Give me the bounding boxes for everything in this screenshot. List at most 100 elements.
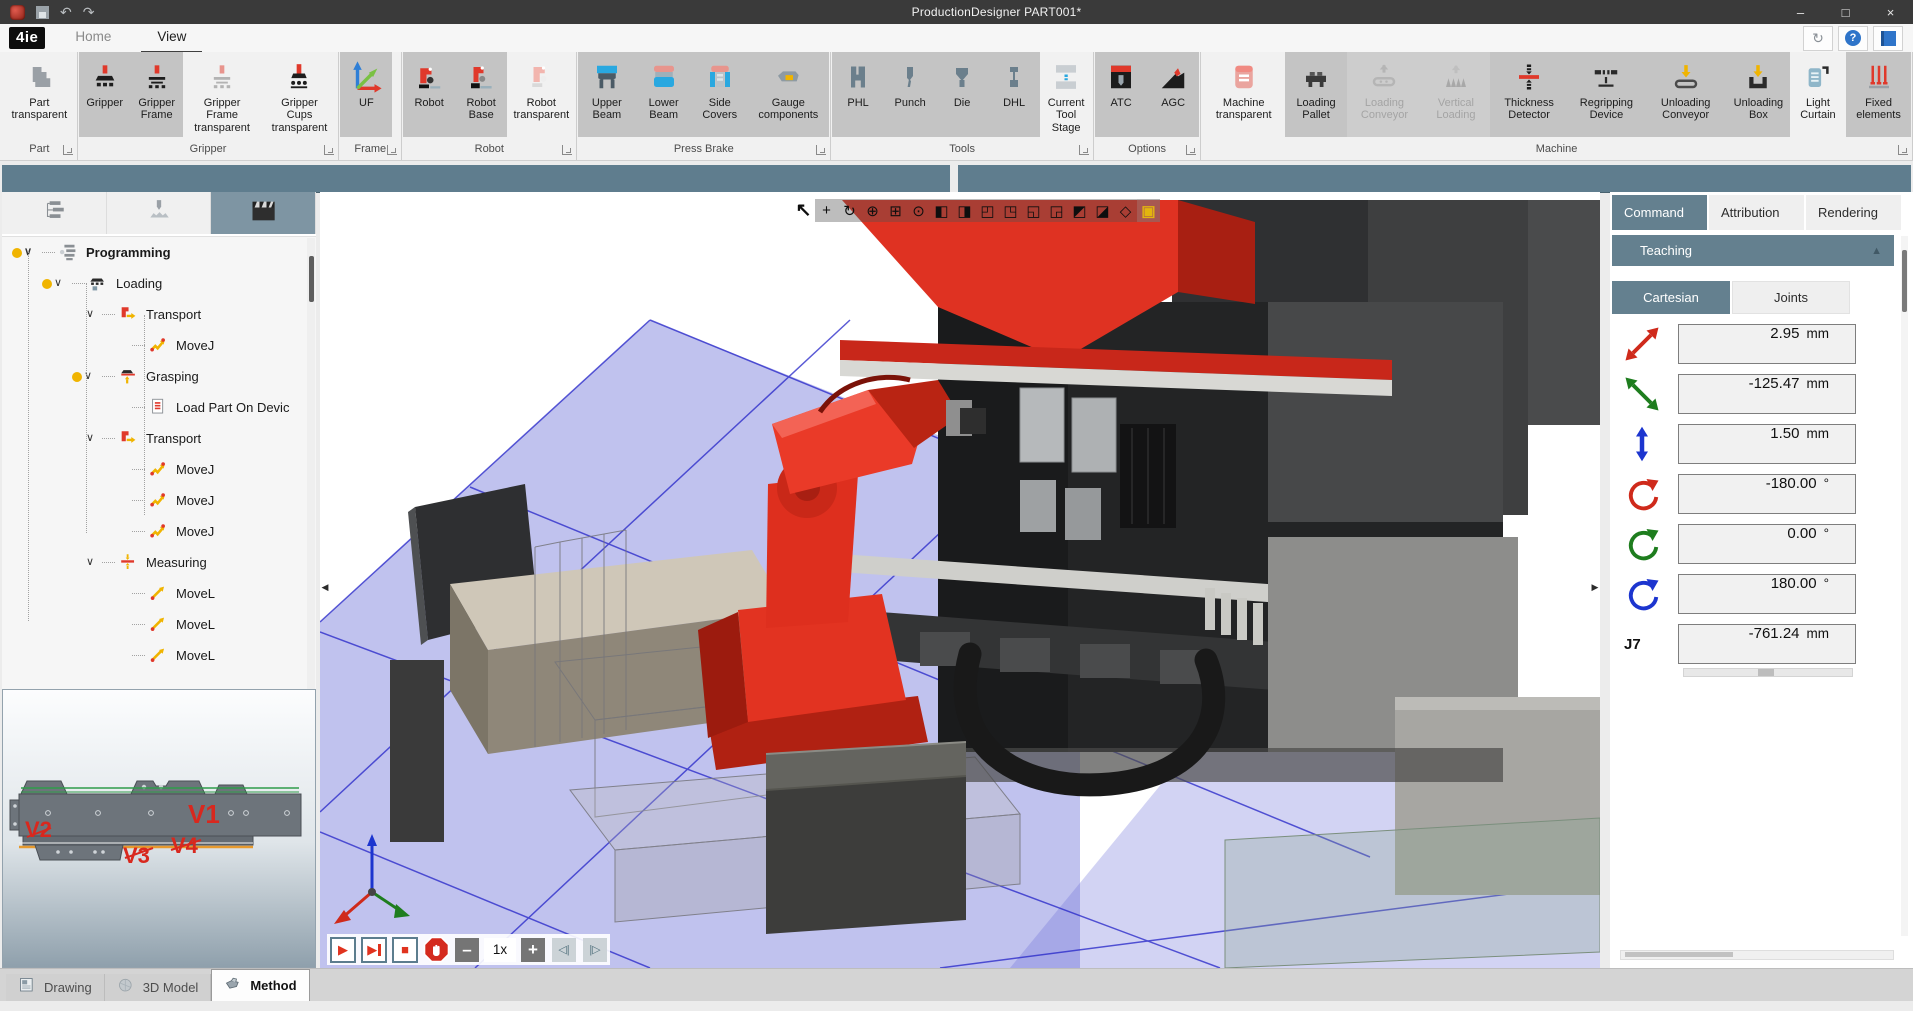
ribbon-button-upper-beam[interactable]: Upper Beam	[578, 52, 635, 137]
view-right-icon[interactable]: ◨	[953, 199, 976, 222]
ribbon-button-agc[interactable]: AGC	[1147, 52, 1199, 137]
tree-item-loading[interactable]: ∨Loading	[2, 268, 316, 299]
view-front-icon[interactable]: ◰	[976, 199, 999, 222]
tree-item-load-part-on-devic[interactable]: Load Part On Devic	[2, 392, 316, 423]
play-button[interactable]: ▶	[330, 937, 356, 963]
view-iso2-icon[interactable]: ◪	[1091, 199, 1114, 222]
manual-icon[interactable]	[1873, 26, 1903, 51]
tree-expander[interactable]: ∨	[72, 433, 102, 444]
minimize-button[interactable]: –	[1778, 0, 1823, 24]
view-iso1-icon[interactable]: ◩	[1068, 199, 1091, 222]
j7-slider[interactable]	[1683, 668, 1853, 677]
3d-viewport[interactable]: ↖+↻⊕⊞⊙◧◨◰◳◱◲◩◪◇▣ ◀ ▶ ▶▶■–1x+◁||▷	[320, 192, 1600, 968]
dialog-launcher-icon[interactable]	[324, 145, 334, 155]
coordinate-value-field[interactable]: 2.95mm	[1678, 324, 1856, 364]
mode-tab-joints[interactable]: Joints	[1732, 281, 1850, 314]
view-back-icon[interactable]: ◳	[999, 199, 1022, 222]
ribbon-button-robot-base[interactable]: Robot Base	[455, 52, 507, 137]
tree-item-transport[interactable]: ∨Transport	[2, 299, 316, 330]
left-panel-tab-structure[interactable]	[2, 192, 107, 234]
view-left-icon[interactable]: ◧	[930, 199, 953, 222]
tree-item-movej[interactable]: MoveJ	[2, 485, 316, 516]
ribbon-button-side-covers[interactable]: Side Covers	[692, 52, 747, 137]
coordinate-value-field[interactable]: 0.00°	[1678, 524, 1856, 564]
document-tab-drawing[interactable]: Drawing	[6, 974, 105, 1001]
stop-button[interactable]: ■	[392, 937, 418, 963]
coordinate-value-field[interactable]: -180.00°	[1678, 474, 1856, 514]
tree-item-movel[interactable]: MoveL	[2, 578, 316, 609]
right-tab-attribution[interactable]: Attribution	[1709, 195, 1804, 230]
ribbon-button-gripper-frame[interactable]: Gripper Frame	[131, 52, 183, 137]
ribbon-button-machine-transparent[interactable]: Machine transparent	[1202, 52, 1285, 137]
speed-up-button[interactable]: +	[521, 938, 545, 962]
ribbon-button-unloading-box[interactable]: Unloading Box	[1727, 52, 1790, 137]
tree-item-grasping[interactable]: ∨Grasping	[2, 361, 316, 392]
app-logo[interactable]: 4ie	[9, 27, 45, 49]
ribbon-button-light-curtain[interactable]: Light Curtain	[1790, 52, 1846, 137]
speed-display[interactable]: 1x	[484, 938, 516, 962]
collapse-left-panel-handle[interactable]: ◀	[320, 574, 330, 600]
coordinate-value-field[interactable]: 180.00°	[1678, 574, 1856, 614]
tree-item-movel[interactable]: MoveL	[2, 640, 316, 671]
close-button[interactable]: ×	[1868, 0, 1913, 24]
left-viewport-header[interactable]	[2, 165, 950, 193]
refresh-icon[interactable]: ↻	[1803, 26, 1833, 51]
speed-down-button[interactable]: –	[455, 938, 479, 962]
coordinate-value-field[interactable]: 1.50mm	[1678, 424, 1856, 464]
zoom-in-icon[interactable]: ⊕	[861, 199, 884, 222]
zoom-window-icon[interactable]: ⊞	[884, 199, 907, 222]
ribbon-button-robot-transparent[interactable]: Robot transparent	[507, 52, 575, 137]
orbit-icon[interactable]: ↻	[838, 199, 861, 222]
ribbon-button-fixed-elements[interactable]: Fixed elements	[1846, 52, 1911, 137]
ribbon-button-lower-beam[interactable]: Lower Beam	[635, 52, 692, 137]
dialog-launcher-icon[interactable]	[1898, 145, 1908, 155]
dialog-launcher-icon[interactable]	[1079, 145, 1089, 155]
pan-icon[interactable]: +	[815, 199, 838, 222]
tree-expander[interactable]: ∨	[12, 247, 42, 258]
tree-expander[interactable]: ∨	[72, 371, 102, 382]
ribbon-button-punch[interactable]: Punch	[884, 52, 936, 137]
ribbon-button-part-transparent[interactable]: Part transparent	[3, 52, 76, 137]
tree-item-transport[interactable]: ∨Transport	[2, 423, 316, 454]
tree-expander[interactable]: ∨	[42, 278, 72, 289]
tree-item-measuring[interactable]: ∨Measuring	[2, 547, 316, 578]
save-icon[interactable]	[36, 6, 49, 19]
ribbon-tab-home[interactable]: Home	[59, 23, 127, 51]
maximize-button[interactable]: □	[1823, 0, 1868, 24]
collapse-section-icon[interactable]: ▲	[1871, 245, 1882, 257]
view-top-icon[interactable]: ◱	[1022, 199, 1045, 222]
undo-icon[interactable]: ↶	[60, 5, 72, 19]
dialog-launcher-icon[interactable]	[63, 145, 73, 155]
ribbon-button-atc[interactable]: ATC	[1095, 52, 1147, 137]
tree-scrollbar[interactable]	[307, 238, 315, 712]
ribbon-button-dhl[interactable]: DHL	[988, 52, 1040, 137]
emergency-stop-button[interactable]	[423, 936, 450, 963]
ribbon-button-loading-conveyor[interactable]: Loading Conveyor	[1347, 52, 1422, 137]
dialog-launcher-icon[interactable]	[387, 145, 397, 155]
mode-tab-cartesian[interactable]: Cartesian	[1612, 281, 1730, 314]
teaching-section-header[interactable]: Teaching ▲	[1612, 235, 1894, 266]
right-viewport-header[interactable]	[958, 165, 1911, 193]
tree-item-movel[interactable]: MoveL	[2, 609, 316, 640]
bounding-box-icon[interactable]: ▣	[1137, 199, 1160, 222]
tree-item-movej[interactable]: MoveJ	[2, 516, 316, 547]
ribbon-button-die[interactable]: Die	[936, 52, 988, 137]
ribbon-button-gripper-frame-transparent[interactable]: Gripper Frame transparent	[183, 52, 262, 137]
ribbon-button-phl[interactable]: PHL	[832, 52, 884, 137]
tree-item-movej[interactable]: MoveJ	[2, 330, 316, 361]
right-tab-rendering[interactable]: Rendering	[1806, 195, 1901, 230]
skip-back-button[interactable]: ◁|	[552, 938, 576, 962]
document-tab-method[interactable]: Method	[211, 969, 309, 1001]
dialog-launcher-icon[interactable]	[1186, 145, 1196, 155]
tree-item-movej[interactable]: MoveJ	[2, 454, 316, 485]
right-panel-hscrollbar[interactable]	[1620, 950, 1894, 960]
skip-forward-button[interactable]: |▷	[583, 938, 607, 962]
ribbon-button-loading-pallet[interactable]: Loading Pallet	[1285, 52, 1346, 137]
ribbon-button-current-tool-stage[interactable]: Current Tool Stage	[1040, 52, 1092, 137]
coordinate-value-field[interactable]: -761.24mm	[1678, 624, 1856, 664]
redo-icon[interactable]: ↷	[83, 5, 95, 19]
slider-thumb[interactable]	[1758, 669, 1774, 676]
ribbon-button-uf[interactable]: UF	[340, 52, 392, 137]
ribbon-tab-view[interactable]: View	[141, 23, 202, 54]
document-tab-3d-model[interactable]: 3D Model	[105, 974, 212, 1001]
